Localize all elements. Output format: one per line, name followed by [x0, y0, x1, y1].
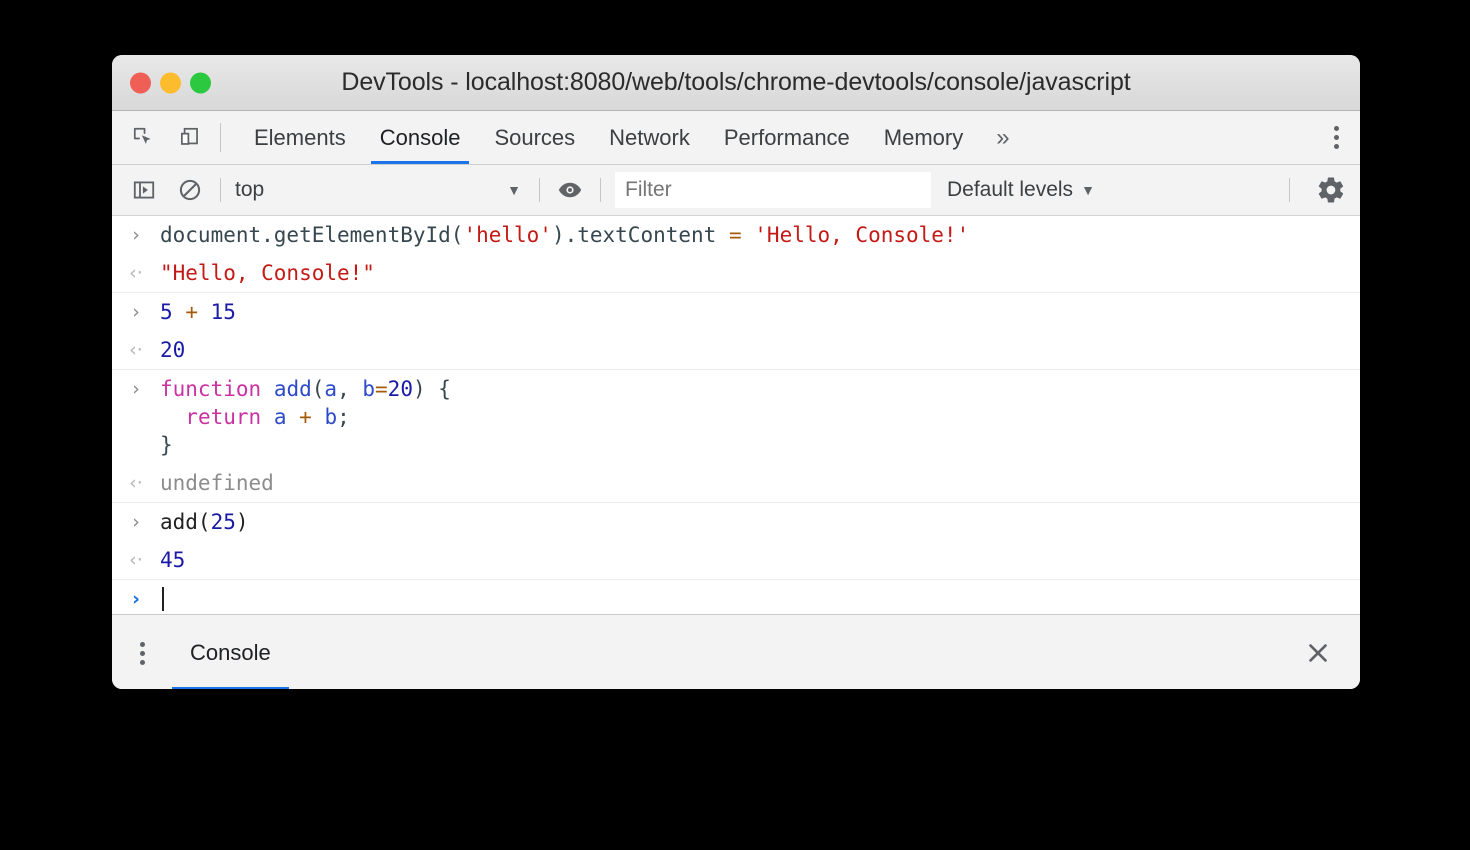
tab-network[interactable]: Network [592, 111, 707, 164]
console-output-text: undefined [160, 469, 274, 497]
execution-context-select[interactable]: top ▼ [235, 173, 525, 207]
tabbar-tools [112, 111, 206, 164]
zoom-window-button[interactable] [190, 72, 211, 93]
tab-sources-label: Sources [494, 125, 575, 151]
chevron-down-icon: ▼ [1081, 182, 1095, 198]
console-output-row: ‹· "Hello, Console!" [112, 254, 1360, 292]
tabbar-divider [220, 123, 221, 152]
console-sidebar-toggle-icon[interactable] [128, 174, 160, 206]
devtools-window: DevTools - localhost:8080/web/tools/chro… [112, 55, 1360, 689]
output-marker-icon: ‹· [112, 469, 160, 497]
console-input-text: document.getElementById('hello').textCon… [160, 221, 969, 249]
tab-memory-label: Memory [884, 125, 963, 151]
console-input-text: 5 + 15 [160, 298, 236, 326]
toolbar-divider-2 [539, 178, 540, 202]
chevron-double-right-icon: » [996, 124, 1009, 152]
drawer-tab-console-label: Console [190, 640, 271, 666]
console-prompt-input[interactable] [160, 585, 164, 613]
drawer-tab-console[interactable]: Console [172, 615, 289, 689]
toolbar-right-group [1289, 165, 1360, 215]
console-input-row[interactable]: › 5 + 15 [112, 293, 1360, 331]
input-marker-icon: › [112, 298, 160, 326]
tab-console-label: Console [380, 125, 461, 151]
screen: DevTools - localhost:8080/web/tools/chro… [0, 0, 1470, 850]
filter-input[interactable] [615, 172, 931, 208]
console-input-text: add(25) [160, 508, 249, 536]
console-input-text: function add(a, b=20) { return a + b; } [160, 375, 451, 459]
tab-network-label: Network [609, 125, 690, 151]
console-input-row[interactable]: › function add(a, b=20) { return a + b; … [112, 370, 1360, 464]
minimize-window-button[interactable] [160, 72, 181, 93]
input-marker-icon: › [112, 221, 160, 249]
device-toolbar-icon[interactable] [174, 122, 206, 154]
console-group: › function add(a, b=20) { return a + b; … [112, 370, 1360, 503]
close-window-button[interactable] [130, 72, 151, 93]
output-marker-icon: ‹· [112, 546, 160, 574]
tab-performance[interactable]: Performance [707, 111, 867, 164]
gear-icon[interactable] [1302, 175, 1360, 205]
devtools-tabbar: Elements Console Sources Network Perform… [112, 111, 1360, 165]
window-controls [130, 72, 211, 93]
console-message-list[interactable]: › document.getElementById('hello').textC… [112, 216, 1360, 614]
tab-elements[interactable]: Elements [237, 111, 363, 164]
console-group: › add(25) ‹· 45 [112, 503, 1360, 580]
console-toolbar: top ▼ Default levels ▼ [112, 165, 1360, 216]
toolbar-divider-3 [600, 178, 601, 202]
console-output-text: 45 [160, 546, 185, 574]
console-prompt-row[interactable]: › [112, 580, 1360, 614]
tab-elements-label: Elements [254, 125, 346, 151]
tab-console[interactable]: Console [363, 111, 478, 164]
devtools-tabs: Elements Console Sources Network Perform… [237, 111, 1026, 164]
console-group: › document.getElementById('hello').textC… [112, 216, 1360, 293]
input-marker-icon: › [112, 375, 160, 403]
console-group: › 5 + 15 ‹· 20 [112, 293, 1360, 370]
tab-performance-label: Performance [724, 125, 850, 151]
input-marker-icon: › [112, 508, 160, 536]
tab-sources[interactable]: Sources [477, 111, 592, 164]
console-output-row: ‹· undefined [112, 464, 1360, 502]
console-input-row[interactable]: › document.getElementById('hello').textC… [112, 216, 1360, 254]
log-levels-select[interactable]: Default levels ▼ [947, 178, 1095, 202]
kebab-menu-icon[interactable] [1312, 111, 1360, 164]
tabbar-right-group [1311, 111, 1360, 164]
console-output-text: "Hello, Console!" [160, 259, 375, 287]
log-levels-label: Default levels [947, 178, 1073, 202]
console-output-row: ‹· 20 [112, 331, 1360, 369]
close-icon[interactable] [1298, 633, 1338, 673]
inspect-element-icon[interactable] [128, 122, 160, 154]
console-output-row: ‹· 45 [112, 541, 1360, 579]
console-drawer: Console [112, 614, 1360, 689]
text-cursor [162, 587, 164, 611]
output-marker-icon: ‹· [112, 336, 160, 364]
console-output-text: 20 [160, 336, 185, 364]
toolbar-divider-4 [1289, 178, 1290, 202]
tabs-overflow-button[interactable]: » [980, 111, 1025, 164]
console-input-row[interactable]: › add(25) [112, 503, 1360, 541]
prompt-marker-icon: › [112, 585, 160, 613]
chevron-down-icon: ▼ [507, 182, 525, 198]
output-marker-icon: ‹· [112, 259, 160, 287]
tab-memory[interactable]: Memory [867, 111, 980, 164]
window-titlebar: DevTools - localhost:8080/web/tools/chro… [112, 55, 1360, 111]
kebab-menu-icon[interactable] [112, 615, 172, 689]
toolbar-divider-1 [220, 178, 221, 202]
clear-console-icon[interactable] [174, 174, 206, 206]
window-title: DevTools - localhost:8080/web/tools/chro… [112, 68, 1360, 97]
execution-context-value: top [235, 178, 264, 202]
live-expression-eye-icon[interactable] [554, 174, 586, 206]
